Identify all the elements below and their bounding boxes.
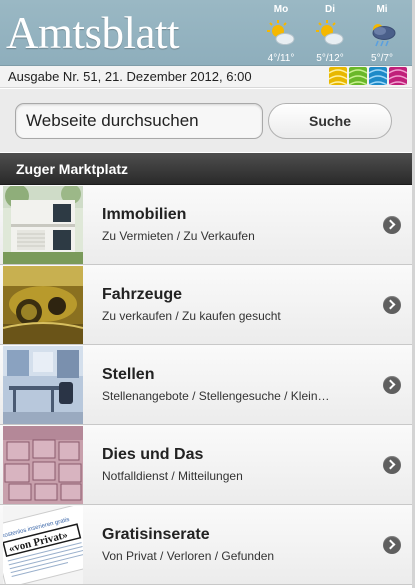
weather-temp: 4°/11° [267, 53, 295, 64]
chevron-right-icon [383, 376, 401, 394]
item-subtitle: Zu verkaufen / Zu kaufen gesucht [102, 309, 281, 323]
item-title: Immobilien [102, 206, 187, 223]
search-input[interactable] [15, 103, 263, 139]
item-subtitle: Notfalldienst / Mitteilungen [102, 469, 243, 483]
weather-temp: 5°/7° [371, 53, 393, 64]
list-item-stellen[interactable]: Stellen Stellenangebote / Stellengesuche… [0, 345, 415, 425]
weather-monday[interactable]: Mo 4°/11° [257, 4, 305, 65]
logo[interactable]: Amtsblatt [6, 8, 180, 58]
weather-day: Mo [273, 4, 289, 15]
blue-swatch-icon[interactable] [369, 67, 387, 85]
weather-tuesday[interactable]: Di 5°/12° [306, 4, 354, 65]
item-subtitle: Zu Vermieten / Zu Verkaufen [102, 229, 255, 243]
list-item-immobilien[interactable]: Immobilien Zu Vermieten / Zu Verkaufen [0, 185, 415, 265]
yellow-swatch-icon[interactable] [329, 67, 347, 85]
search-button[interactable]: Suche [268, 103, 392, 139]
item-title: Gratisinserate [102, 526, 210, 543]
item-subtitle: Von Privat / Verloren / Gefunden [102, 549, 275, 563]
list-item-dies-und-das[interactable]: Dies und Das Notfalldienst / Mitteilunge… [0, 425, 415, 505]
chevron-right-icon [383, 536, 401, 554]
item-subtitle: Stellenangebote / Stellengesuche / Klein… [102, 389, 330, 403]
house-photo [3, 186, 83, 264]
weather-wednesday[interactable]: Mi 5°/7° [358, 4, 406, 65]
list-item-fahrzeuge[interactable]: Fahrzeuge Zu verkaufen / Zu kaufen gesuc… [0, 265, 415, 345]
search-area: Suche [0, 89, 415, 152]
chevron-right-icon [383, 456, 401, 474]
weather-day: Mi [376, 4, 388, 15]
office-photo [3, 346, 83, 424]
sun-cloud-icon [316, 20, 344, 45]
issue-date: Ausgabe Nr. 51, 21. Dezember 2012, 6:00 [8, 69, 252, 84]
cloud-rain-icon [372, 24, 396, 47]
chevron-right-icon [383, 296, 401, 314]
weather-day: Di [325, 4, 335, 15]
newspaper-photo: kostenlos inserieren gratis «von Privat» [3, 506, 83, 584]
item-title: Dies und Das [102, 446, 204, 463]
green-swatch-icon[interactable] [349, 67, 367, 85]
issue-bar: Ausgabe Nr. 51, 21. Dezember 2012, 6:00 [0, 66, 415, 88]
item-title: Fahrzeuge [102, 286, 183, 303]
category-list: Immobilien Zu Vermieten / Zu Verkaufen F… [0, 185, 415, 585]
list-item-gratisinserate[interactable]: kostenlos inserieren gratis «von Privat»… [0, 505, 415, 585]
section-header: Zuger Marktplatz [0, 153, 415, 185]
sun-cloud-icon [267, 20, 295, 45]
section-title: Zuger Marktplatz [16, 161, 129, 177]
chevron-right-icon [383, 216, 401, 234]
header: Amtsblatt Mo 4°/11° Di 5°/12° Mi 5°/7° [0, 0, 415, 66]
item-title: Stellen [102, 366, 155, 383]
boxes-photo [3, 426, 83, 504]
car-interior-photo [3, 266, 83, 344]
weather-temp: 5°/12° [316, 53, 344, 64]
magenta-swatch-icon[interactable] [389, 67, 407, 85]
